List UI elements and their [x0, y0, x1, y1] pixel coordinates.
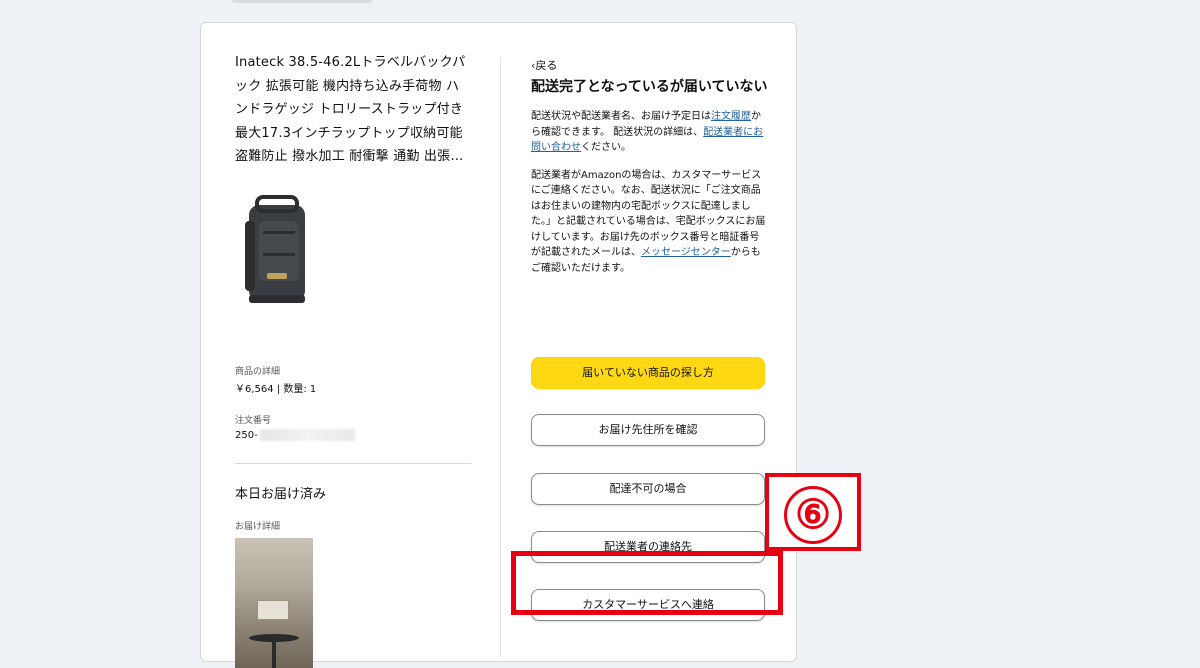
- delivery-photo[interactable]: [235, 538, 313, 668]
- package-shape: [257, 600, 289, 620]
- annotation-highlight-box: [511, 551, 783, 615]
- column-divider: [500, 57, 501, 657]
- back-link[interactable]: ‹戻る: [531, 57, 769, 73]
- backpack-image[interactable]: [235, 191, 317, 319]
- price-quantity: ￥6,564 | 数量: 1: [235, 384, 317, 395]
- help-paragraph-1: 配送状況や配送業者名、お届け予定日は注文履歴から確認できます。 配送状況の詳細は…: [531, 109, 769, 156]
- stool-leg-shape: [272, 641, 276, 668]
- product-details: 商品の詳細 ￥6,564 | 数量: 1: [235, 364, 316, 395]
- order-number: 注文番号 250-: [235, 413, 355, 441]
- delivery-details-label: お届け詳細: [235, 522, 281, 532]
- find-missing-item-button[interactable]: 届いていない商品の探し方: [531, 357, 765, 389]
- delivery-details: お届け詳細: [235, 519, 280, 532]
- redacted-order-number: [259, 429, 355, 441]
- help-paragraph-2: 配送業者がAmazonの場合は、カスタマーサービスにご連絡ください。なお、配送状…: [531, 168, 769, 277]
- step-number: ⑥: [784, 486, 842, 544]
- message-center-link[interactable]: メッセージセンター: [641, 247, 731, 258]
- back-link-label: 戻る: [535, 59, 558, 72]
- top-tab-edge: [232, 0, 372, 3]
- help-title: 配送完了となっているが届いていない: [531, 79, 768, 95]
- annotation-step-badge: ⑥: [765, 473, 861, 551]
- help-panel: ‹戻る 配送完了となっているが届いていない 配送状況や配送業者名、お届け予定日は…: [531, 57, 769, 621]
- para1-text-c: ください。: [581, 142, 631, 153]
- para2-text-a: 配送業者がAmazonの場合は、カスタマーサービスにご連絡ください。なお、配送状…: [531, 169, 766, 259]
- order-number-prefix: 250-: [235, 430, 258, 441]
- undeliverable-button[interactable]: 配達不可の場合: [531, 473, 765, 505]
- order-item-panel: Inateck 38.5-46.2Lトラベルバックパック 拡張可能 機内持ち込み…: [235, 51, 471, 668]
- delivery-status-heading: 本日お届け済み: [235, 487, 327, 502]
- order-number-value: 250-: [235, 429, 355, 441]
- product-title[interactable]: Inateck 38.5-46.2Lトラベルバックパック 拡張可能 機内持ち込み…: [235, 51, 471, 169]
- section-divider: [235, 463, 471, 464]
- order-number-label: 注文番号: [235, 416, 272, 426]
- para1-text-a: 配送状況や配送業者名、お届け予定日は: [531, 111, 711, 122]
- product-details-label: 商品の詳細: [235, 367, 281, 377]
- order-history-link[interactable]: 注文履歴: [711, 111, 751, 122]
- check-address-button[interactable]: お届け先住所を確認: [531, 414, 765, 446]
